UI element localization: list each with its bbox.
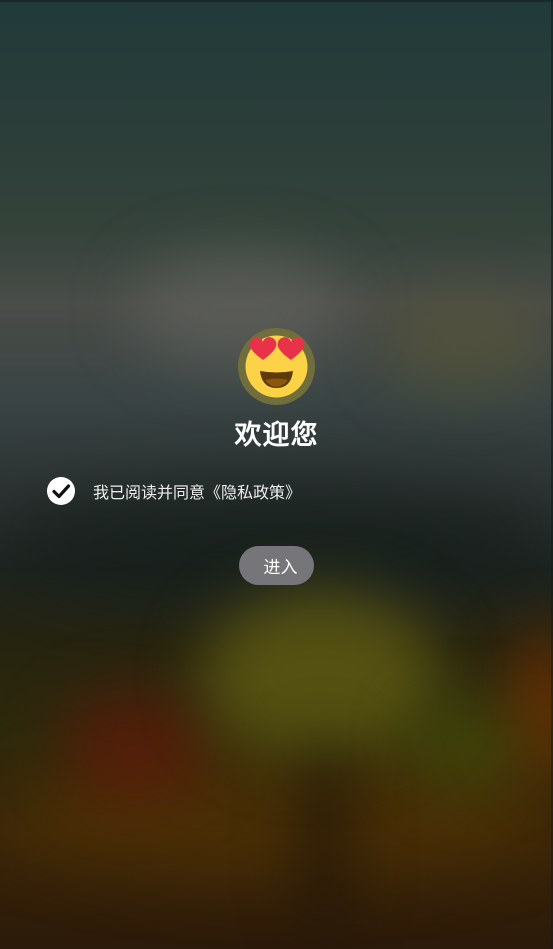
splash-screen: 欢迎您 我已阅读并同意《隐私政策》 进入 [0,0,553,949]
enter-button[interactable]: 进入 [239,546,314,585]
top-edge [0,0,553,2]
avatar [238,328,315,405]
welcome-title: 欢迎您 [234,420,319,451]
background-blur [410,700,520,790]
privacy-agreement[interactable]: 我已阅读并同意《隐私政策》 [47,477,301,505]
check-circle-icon [52,484,71,499]
background-blur [300,740,350,920]
background-blur [60,690,210,800]
agreement-text[interactable]: 我已阅读并同意《隐私政策》 [93,479,301,503]
heart-eyes-emoji-icon [245,335,308,398]
background-blur [200,590,440,760]
agreement-checkbox[interactable] [47,477,75,505]
background-blur [380,300,550,390]
